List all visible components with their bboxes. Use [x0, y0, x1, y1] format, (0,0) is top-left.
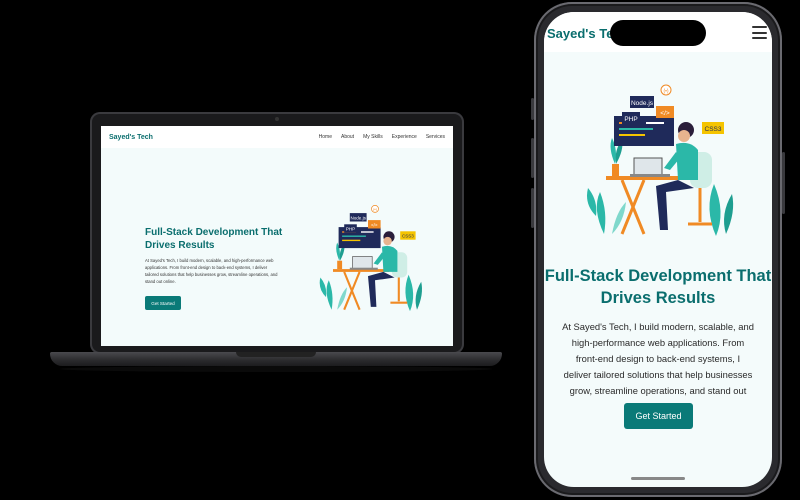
phone-frame: Sayed's Tech Node.js PHP </> CSS3 (•) Fu…: [531, 2, 785, 497]
laptop-nav-about[interactable]: About: [341, 134, 354, 140]
laptop-brand-logo[interactable]: Sayed's Tech: [109, 134, 153, 141]
laptop-frame: Sayed's Tech Home About My Skills Experi…: [90, 112, 464, 354]
svg-text:(•): (•): [373, 208, 377, 212]
illus-leaves-right: [709, 184, 734, 236]
laptop-shadow: [60, 366, 492, 372]
laptop-hero-title: Full-Stack Development That Drives Resul…: [145, 227, 283, 251]
laptop-developer-illustration: Node.js PHP </> CSS3 (•): [319, 205, 422, 312]
phone-get-started-button[interactable]: Get Started: [624, 403, 693, 429]
illus-leaves-right: [405, 274, 422, 312]
illus-leaves-left: [319, 277, 347, 310]
illus-laptop: [349, 256, 378, 270]
phone-action-button[interactable]: [531, 98, 534, 120]
illus-leaves-left: [587, 188, 626, 234]
svg-text:Node.js: Node.js: [351, 215, 367, 220]
dynamic-island: [610, 20, 706, 46]
laptop-get-started-button[interactable]: Get Started: [145, 296, 181, 310]
svg-text:PHP: PHP: [624, 116, 637, 123]
phone-hero-title: Full-Stack Development That Drives Resul…: [544, 267, 772, 307]
svg-text:PHP: PHP: [346, 227, 355, 232]
laptop-nav-experience[interactable]: Experience: [392, 134, 417, 140]
svg-text:CSS3: CSS3: [402, 234, 414, 239]
hamburger-menu-icon[interactable]: [752, 26, 767, 39]
laptop-nav-links: Home About My Skills Experience Services: [319, 134, 445, 140]
laptop-base-notch: [236, 352, 316, 357]
phone-side-button[interactable]: [782, 152, 785, 214]
svg-text:</>: </>: [371, 222, 378, 227]
illus-laptop: [630, 157, 670, 177]
phone-hero-description: At Sayed's Tech, I build modern, scalabl…: [562, 321, 754, 412]
svg-text:CSS3: CSS3: [705, 126, 722, 133]
phone-screen: Sayed's Tech Node.js PHP </> CSS3 (•) Fu…: [544, 12, 772, 487]
laptop-hero-description: At Sayed's Tech, I build modern, scalabl…: [145, 258, 278, 284]
phone-volume-down-button[interactable]: [531, 188, 534, 228]
svg-text:Node.js: Node.js: [631, 100, 654, 107]
laptop-screen: Sayed's Tech Home About My Skills Experi…: [101, 126, 453, 346]
laptop-nav-home[interactable]: Home: [319, 134, 332, 140]
svg-text:(•): (•): [663, 89, 668, 95]
laptop-navbar: Sayed's Tech Home About My Skills Experi…: [101, 126, 453, 148]
home-indicator[interactable]: [631, 477, 685, 480]
phone-volume-up-button[interactable]: [531, 138, 534, 178]
phone-developer-illustration: Node.js PHP </> CSS3 (•): [587, 84, 734, 236]
laptop-nav-services[interactable]: Services: [426, 134, 445, 140]
laptop-camera: [275, 117, 279, 121]
svg-text:</>: </>: [660, 110, 670, 117]
laptop-nav-skills[interactable]: My Skills: [363, 134, 383, 140]
